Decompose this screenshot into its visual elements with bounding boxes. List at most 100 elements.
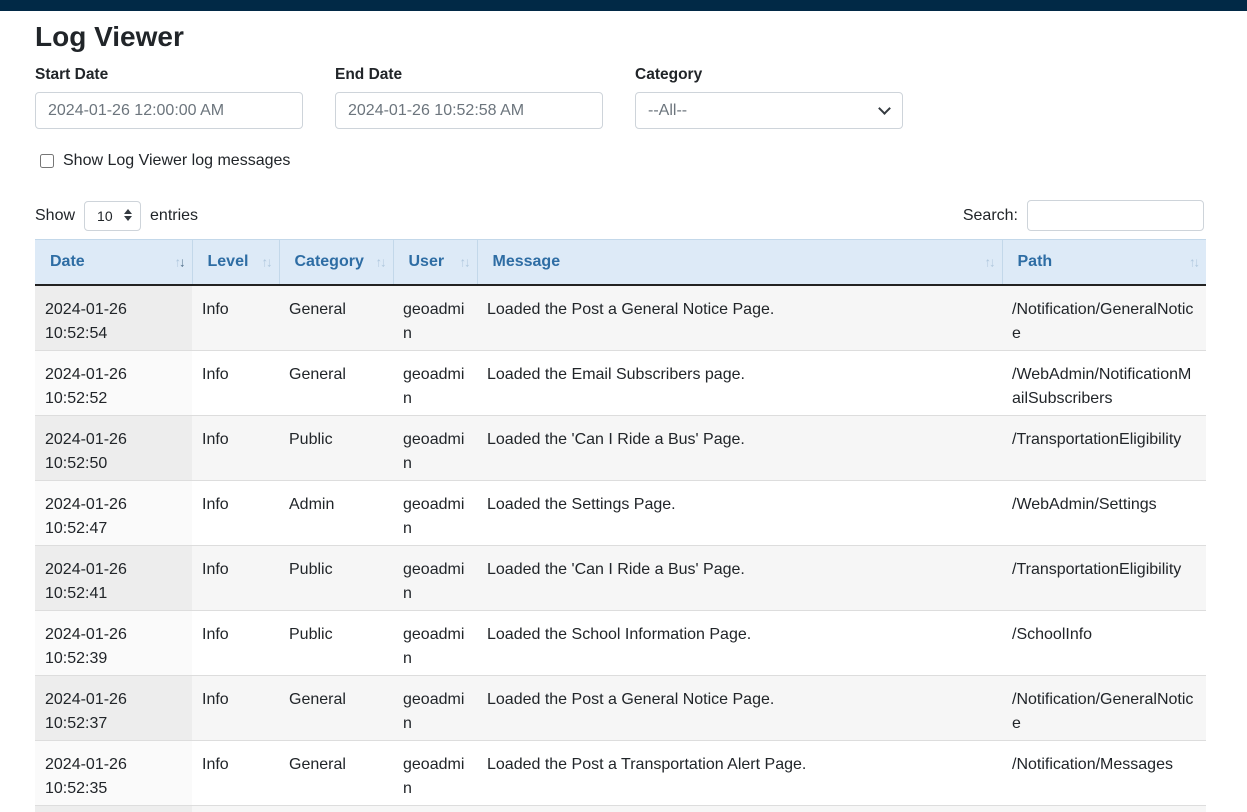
cell-level — [192, 806, 279, 812]
log-table-body: 2024-01-26 10:52:54 Info General geoadmi… — [35, 285, 1206, 812]
cell-category: Admin — [279, 481, 393, 546]
cell-user: geoadmin — [393, 481, 477, 546]
cell-date: 2024-01-26 10:52:37 — [35, 676, 192, 741]
log-table-header: Date ↑↓ Level ↑↓ Category ↑↓ User ↑↓ Mes… — [35, 240, 1206, 286]
cell-path — [1002, 806, 1206, 812]
cell-date: 2024-01-26 10:52:47 — [35, 481, 192, 546]
cell-path: /TransportationEligibility — [1002, 546, 1206, 611]
sort-icons: ↑↓ — [1189, 255, 1198, 270]
cell-category: General — [279, 676, 393, 741]
cell-message: Loaded the Post a Transportation Alert P… — [477, 741, 1002, 806]
cell-message: Loaded the Post a General Notice Page. — [477, 676, 1002, 741]
table-row: 2024-01-26 10:52:52 Info General geoadmi… — [35, 351, 1206, 416]
cell-category: General — [279, 285, 393, 351]
cell-user: geoadmin — [393, 741, 477, 806]
search-input[interactable] — [1027, 200, 1204, 231]
column-header-date[interactable]: Date ↑↓ — [35, 240, 192, 286]
cell-level: Info — [192, 546, 279, 611]
log-table: Date ↑↓ Level ↑↓ Category ↑↓ User ↑↓ Mes… — [35, 239, 1206, 812]
cell-level: Info — [192, 285, 279, 351]
column-header-user[interactable]: User ↑↓ — [393, 240, 477, 286]
cell-level: Info — [192, 741, 279, 806]
page-title: Log Viewer — [35, 21, 1204, 53]
table-row-partial — [35, 806, 1206, 812]
sort-icons: ↑↓ — [175, 255, 184, 270]
end-date-input[interactable] — [335, 92, 603, 129]
search-label: Search: — [963, 207, 1018, 225]
cell-message: Loaded the Settings Page. — [477, 481, 1002, 546]
show-log-messages-label: Show Log Viewer log messages — [63, 152, 290, 170]
table-row: 2024-01-26 10:52:39 Info Public geoadmin… — [35, 611, 1206, 676]
table-row: 2024-01-26 10:52:41 Info Public geoadmin… — [35, 546, 1206, 611]
cell-level: Info — [192, 481, 279, 546]
end-date-label: End Date — [335, 66, 603, 84]
cell-user: geoadmin — [393, 546, 477, 611]
top-navigation-bar — [0, 0, 1247, 11]
cell-message: Loaded the Email Subscribers page. — [477, 351, 1002, 416]
table-row: 2024-01-26 10:52:37 Info General geoadmi… — [35, 676, 1206, 741]
cell-path: /Notification/Messages — [1002, 741, 1206, 806]
entries-control: Show 10 entries — [35, 201, 198, 231]
filters-row: Start Date End Date Category --All-- — [35, 66, 1204, 129]
start-date-label: Start Date — [35, 66, 303, 84]
table-row: 2024-01-26 10:52:54 Info General geoadmi… — [35, 285, 1206, 351]
cell-date: 2024-01-26 10:52:52 — [35, 351, 192, 416]
cell-user: geoadmin — [393, 351, 477, 416]
cell-date: 2024-01-26 10:52:50 — [35, 416, 192, 481]
category-label: Category — [635, 66, 903, 84]
show-log-messages-row: Show Log Viewer log messages — [35, 152, 1204, 170]
category-group: Category --All-- — [635, 66, 903, 129]
cell-category: Public — [279, 416, 393, 481]
sort-icons: ↑↓ — [262, 255, 271, 270]
table-row: 2024-01-26 10:52:47 Info Admin geoadmin … — [35, 481, 1206, 546]
cell-level: Info — [192, 676, 279, 741]
column-header-level[interactable]: Level ↑↓ — [192, 240, 279, 286]
cell-message: Loaded the Post a General Notice Page. — [477, 285, 1002, 351]
category-select[interactable]: --All-- — [635, 92, 903, 129]
cell-user: geoadmin — [393, 416, 477, 481]
entries-label: entries — [150, 207, 198, 225]
table-row: 2024-01-26 10:52:35 Info General geoadmi… — [35, 741, 1206, 806]
cell-category: Public — [279, 546, 393, 611]
show-log-messages-checkbox[interactable] — [40, 154, 54, 168]
cell-user: geoadmin — [393, 676, 477, 741]
cell-path: /SchoolInfo — [1002, 611, 1206, 676]
start-date-input[interactable] — [35, 92, 303, 129]
column-header-message[interactable]: Message ↑↓ — [477, 240, 1002, 286]
cell-category: General — [279, 741, 393, 806]
entries-select[interactable]: 10 — [84, 201, 141, 231]
sort-icons: ↑↓ — [460, 255, 469, 270]
cell-level: Info — [192, 611, 279, 676]
column-header-path[interactable]: Path ↑↓ — [1002, 240, 1206, 286]
cell-category — [279, 806, 393, 812]
cell-date: 2024-01-26 10:52:54 — [35, 285, 192, 351]
cell-path: /WebAdmin/Settings — [1002, 481, 1206, 546]
cell-message: Loaded the School Information Page. — [477, 611, 1002, 676]
search-control: Search: — [963, 200, 1204, 231]
cell-date — [35, 806, 192, 812]
cell-level: Info — [192, 351, 279, 416]
cell-message: Loaded the 'Can I Ride a Bus' Page. — [477, 416, 1002, 481]
cell-category: General — [279, 351, 393, 416]
cell-message — [477, 806, 1002, 812]
sort-icons: ↑↓ — [376, 255, 385, 270]
table-row: 2024-01-26 10:52:50 Info Public geoadmin… — [35, 416, 1206, 481]
cell-user — [393, 806, 477, 812]
cell-user: geoadmin — [393, 611, 477, 676]
sort-icons: ↑↓ — [985, 255, 994, 270]
cell-path: /TransportationEligibility — [1002, 416, 1206, 481]
table-controls-row: Show 10 entries Search: — [35, 200, 1204, 231]
cell-path: /Notification/GeneralNotice — [1002, 676, 1206, 741]
cell-category: Public — [279, 611, 393, 676]
cell-level: Info — [192, 416, 279, 481]
start-date-group: Start Date — [35, 66, 303, 129]
cell-message: Loaded the 'Can I Ride a Bus' Page. — [477, 546, 1002, 611]
cell-date: 2024-01-26 10:52:39 — [35, 611, 192, 676]
show-label: Show — [35, 207, 75, 225]
cell-path: /WebAdmin/NotificationMailSubscribers — [1002, 351, 1206, 416]
column-header-category[interactable]: Category ↑↓ — [279, 240, 393, 286]
cell-date: 2024-01-26 10:52:35 — [35, 741, 192, 806]
cell-path: /Notification/GeneralNotice — [1002, 285, 1206, 351]
cell-user: geoadmin — [393, 285, 477, 351]
cell-date: 2024-01-26 10:52:41 — [35, 546, 192, 611]
